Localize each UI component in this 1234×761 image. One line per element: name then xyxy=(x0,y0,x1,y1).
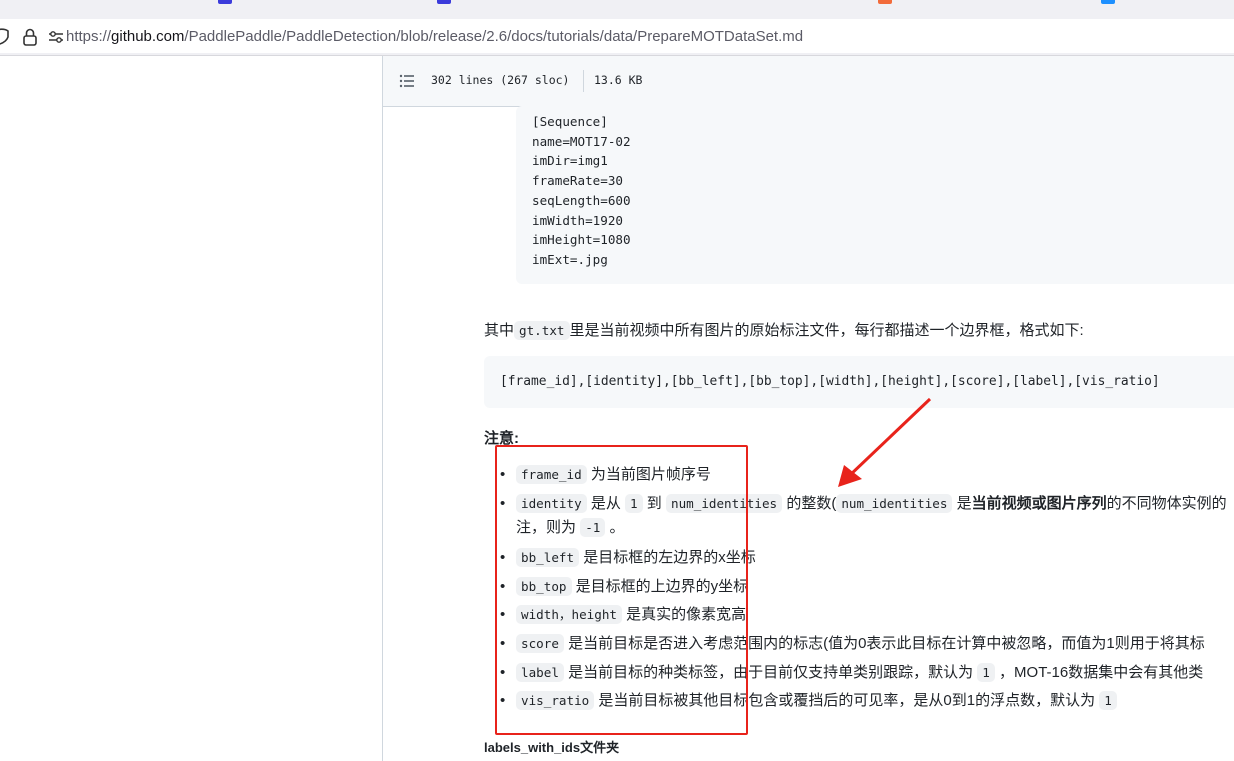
url-field-container[interactable]: https://github.com/PaddlePaddle/PaddleDe… xyxy=(0,19,1234,53)
format-line: [frame_id],[identity],[bb_left],[bb_top]… xyxy=(500,374,1160,389)
tab-favicon[interactable] xyxy=(878,0,892,4)
gt-description: 其中 gt.txt 里是当前视频中所有图片的原始标注文件，每行都描述一个边界框，格式… xyxy=(484,319,1084,340)
code-line: frameRate=30 xyxy=(532,173,623,189)
highlight-box xyxy=(495,445,748,735)
url-path: /PaddlePaddle/PaddleDetection/blob/relea… xyxy=(184,28,804,45)
lock-icon[interactable] xyxy=(22,28,38,46)
bold-text: 当前视频或图片序列 xyxy=(971,494,1107,512)
text: 的整数( xyxy=(786,494,837,512)
file-size: 13.6 KB xyxy=(594,73,643,87)
file-tree-pane xyxy=(0,56,383,761)
text: 里是当前视频中所有图片的原始标注文件，每行都描述一个边界框，格式如下: xyxy=(569,322,1084,339)
code-line: name=MOT17-02 xyxy=(532,133,631,149)
code-line: seqLength=600 xyxy=(532,192,631,208)
address-bar: https://github.com/PaddlePaddle/PaddleDe… xyxy=(0,17,1234,56)
inline-code: 1 xyxy=(977,662,995,682)
text: ，MOT-16数据集中会有其他类 xyxy=(999,663,1204,681)
outline-list-icon[interactable] xyxy=(399,74,415,88)
annotation-arrow-icon xyxy=(838,397,932,487)
code-line: imWidth=1920 xyxy=(532,212,623,228)
inline-code: num_identities xyxy=(836,493,953,513)
tab-favicon[interactable] xyxy=(218,0,232,4)
tab-favicon[interactable] xyxy=(437,0,451,4)
next-section-heading: labels_with_ids文件夹 xyxy=(484,740,620,755)
seqinfo-code: [Sequence] name=MOT17-02 imDir=img1 fram… xyxy=(532,112,631,270)
tab-favicon[interactable] xyxy=(1101,0,1115,4)
shield-icon[interactable] xyxy=(0,28,10,46)
file-info-bar: 302 lines (267 sloc) 13.6 KB xyxy=(383,56,1234,107)
code-line: imDir=img1 xyxy=(532,153,608,169)
url-host: github.com xyxy=(111,28,185,45)
browser-tab-strip xyxy=(0,0,1234,17)
text: 其中 xyxy=(484,322,515,339)
url-prefix: https:// xyxy=(66,28,112,45)
code-line: imHeight=1080 xyxy=(532,232,631,248)
text: 是 xyxy=(956,494,972,512)
inline-code: 1 xyxy=(1099,691,1117,711)
divider xyxy=(583,70,584,92)
inline-code: gt.txt xyxy=(514,321,570,340)
code-line: imExt=.jpg xyxy=(532,251,608,267)
text: 的不同物体实例的 xyxy=(1106,494,1227,512)
line-count: 302 lines (267 sloc) xyxy=(431,73,570,87)
url-text[interactable]: https://github.com/PaddlePaddle/PaddleDe… xyxy=(66,28,803,45)
permissions-icon[interactable] xyxy=(48,28,64,46)
code-line: [Sequence] xyxy=(532,114,608,129)
